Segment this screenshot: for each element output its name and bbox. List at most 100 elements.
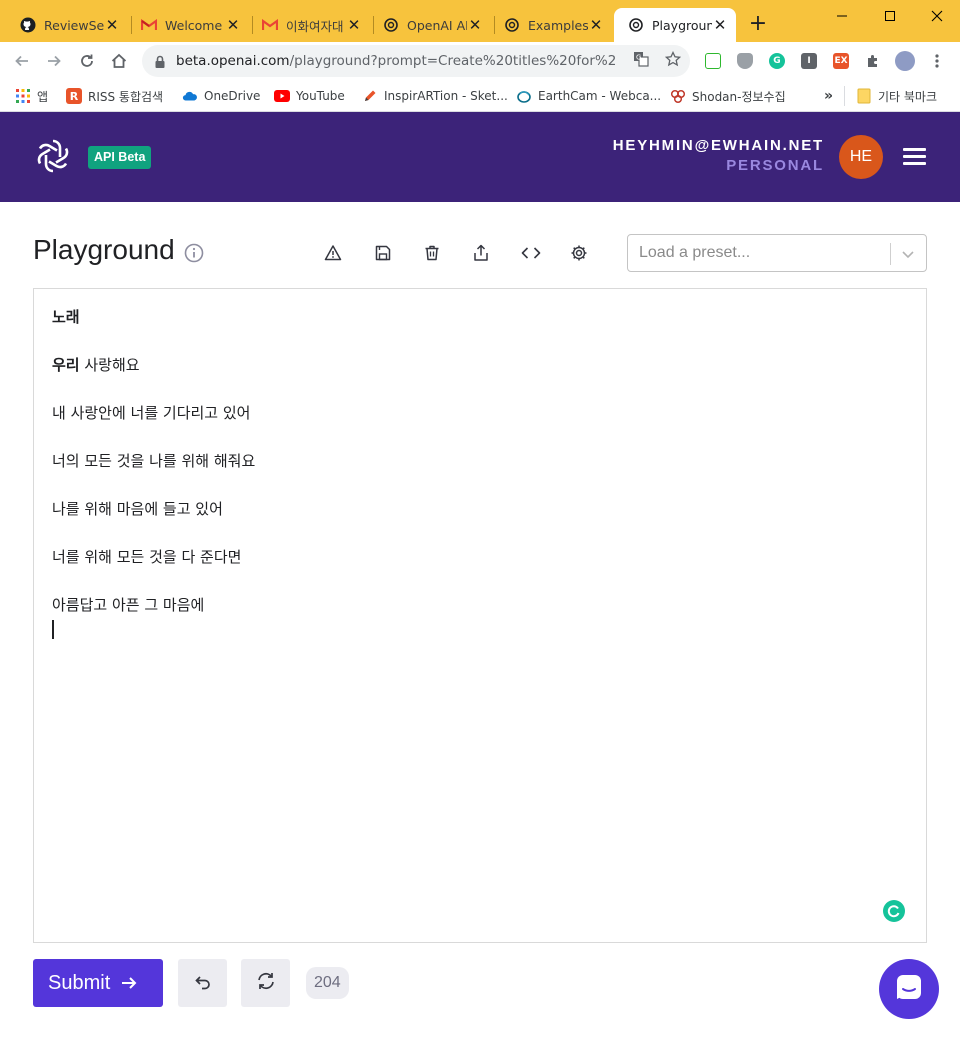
github-icon	[20, 17, 36, 33]
screen-capture-extension-icon[interactable]	[705, 53, 721, 69]
bookmark-label: RISS 통합검색	[88, 89, 164, 104]
browser-tab[interactable]: OpenAI AI ✕	[369, 8, 491, 42]
account-email[interactable]: HEYHMIN@EWHAIN.NET	[613, 137, 824, 154]
maximize-icon[interactable]	[878, 4, 902, 28]
account-org[interactable]: PERSONAL	[726, 157, 824, 174]
warning-icon[interactable]	[322, 242, 344, 264]
preset-divider	[890, 243, 891, 265]
prompt-line: 너의 모든 것을 나를 위해 해줘요	[52, 452, 256, 470]
submit-label: Submit	[48, 971, 111, 994]
preset-select[interactable]: Load a preset...	[627, 234, 927, 272]
openai-icon	[628, 17, 644, 33]
bookmark-youtube[interactable]: YouTube	[274, 85, 345, 107]
code-icon[interactable]	[520, 242, 542, 264]
chat-icon	[894, 972, 924, 1006]
bookmark-star-icon[interactable]	[664, 50, 682, 68]
close-tab-icon[interactable]: ✕	[346, 17, 362, 33]
bookmark-label: EarthCam - Webca...	[538, 89, 662, 103]
forward-icon[interactable]	[42, 49, 66, 73]
translate-icon[interactable]: G	[632, 50, 650, 68]
settings-icon[interactable]	[568, 242, 590, 264]
browser-tab[interactable]: Welcome ✕	[127, 8, 249, 42]
regenerate-button[interactable]	[241, 959, 290, 1007]
prompt-line: 너를 위해 모든 것을 다 준다면	[52, 548, 242, 566]
bookmark-label: 기타 북마크	[878, 89, 938, 104]
close-tab-icon[interactable]: ✕	[225, 17, 241, 33]
tab-title: Welcome	[165, 17, 223, 33]
token-count-badge: 204	[306, 967, 349, 999]
browser-tab[interactable]: Examples ✕	[490, 8, 612, 42]
bookmark-riss[interactable]: R RISS 통합검색	[66, 85, 163, 107]
menu-icon[interactable]	[903, 148, 927, 166]
bookmark-apps[interactable]: 앱	[15, 85, 48, 107]
grammarly-extension-icon[interactable]: G	[769, 53, 785, 69]
ex-extension-icon[interactable]: EX	[833, 53, 849, 69]
address-toolbar: beta.openai.com/playground?prompt=Create…	[0, 42, 960, 80]
bookmark-label: OneDrive	[204, 89, 261, 103]
undo-button[interactable]	[178, 959, 227, 1007]
apps-grid-icon	[15, 88, 31, 104]
reload-icon[interactable]	[75, 49, 99, 73]
openai-icon	[383, 17, 399, 33]
riss-icon: R	[66, 88, 82, 104]
url-bar[interactable]: beta.openai.com/playground?prompt=Create…	[142, 45, 690, 77]
bookmark-other[interactable]: 기타 북마크	[856, 85, 937, 107]
chrome-menu-icon[interactable]	[929, 53, 945, 69]
new-tab-button[interactable]: +	[746, 12, 770, 36]
close-window-icon[interactable]	[925, 4, 949, 28]
extensions-puzzle-icon[interactable]	[865, 53, 881, 69]
lock-icon	[154, 54, 166, 68]
bookmark-earthcam[interactable]: EarthCam - Webca...	[516, 85, 661, 107]
info-icon[interactable]	[184, 243, 204, 263]
url-host: beta.openai.com	[176, 53, 290, 69]
youtube-icon	[274, 88, 290, 104]
browser-tab-active[interactable]: Playground ✕	[614, 8, 736, 42]
home-icon[interactable]	[107, 49, 131, 73]
reader-extension-icon[interactable]: I	[801, 53, 817, 69]
submit-button[interactable]: Submit	[33, 959, 163, 1007]
undo-icon	[194, 972, 212, 994]
close-tab-icon[interactable]: ✕	[104, 17, 120, 33]
close-tab-icon[interactable]: ✕	[467, 17, 483, 33]
openai-logo-icon[interactable]	[33, 136, 73, 176]
bookmark-label: Shodan-정보수집	[692, 89, 786, 104]
profile-avatar-icon[interactable]	[895, 51, 915, 71]
prompt-line: 나를 위해 마음에 들고 있어	[52, 500, 223, 518]
grammarly-icon[interactable]	[883, 900, 905, 922]
avatar[interactable]: HE	[839, 135, 883, 179]
pencil-icon	[362, 88, 378, 104]
shield-extension-icon[interactable]	[737, 53, 753, 69]
bookmarks-overflow-button[interactable]: »	[824, 85, 833, 107]
chat-support-button[interactable]	[879, 959, 939, 1019]
bookmark-inspirartion[interactable]: InspirARTion - Sket...	[362, 85, 508, 107]
prompt-editor[interactable]: 노래 우리 사랑해요 내 사랑안에 너를 기다리고 있어 너의 모든 것을 나를…	[33, 288, 927, 943]
bookmark-shodan[interactable]: Shodan-정보수집	[670, 85, 786, 107]
share-icon[interactable]	[470, 242, 492, 264]
chevron-down-icon[interactable]	[900, 246, 916, 262]
back-icon[interactable]	[10, 49, 34, 73]
browser-tab[interactable]: ReviewSen ✕	[6, 8, 128, 42]
prompt-line: 아름답고 아픈 그 마음에	[52, 596, 205, 614]
minimize-icon[interactable]	[830, 4, 854, 28]
bookmark-label: YouTube	[296, 89, 345, 103]
regenerate-icon	[255, 971, 277, 995]
tab-title: OpenAI AI	[407, 17, 467, 33]
close-tab-icon[interactable]: ✕	[588, 17, 604, 33]
page-title: Playground	[33, 234, 175, 265]
prompt-line: 내 사랑안에 너를 기다리고 있어	[52, 404, 251, 422]
close-tab-icon[interactable]: ✕	[712, 17, 728, 33]
shodan-icon	[670, 88, 686, 104]
prompt-line-bold: 노래	[52, 308, 80, 326]
folder-icon	[856, 88, 872, 104]
api-beta-badge: API Beta	[88, 146, 152, 169]
tab-title: 이화여자대	[286, 18, 344, 34]
save-icon[interactable]	[372, 242, 394, 264]
prompt-line-text: 사랑해요	[79, 356, 140, 374]
bookmark-label: 앱	[37, 89, 49, 104]
browser-tab[interactable]: 이화여자대 ✕	[248, 8, 370, 42]
browser-tab-strip: ReviewSen ✕ Welcome ✕ 이화여자대 ✕ OpenAI AI …	[0, 0, 960, 42]
bookmark-onedrive[interactable]: OneDrive	[182, 85, 260, 107]
gmail-icon	[262, 17, 278, 33]
gmail-icon	[141, 17, 157, 33]
trash-icon[interactable]	[421, 242, 443, 264]
